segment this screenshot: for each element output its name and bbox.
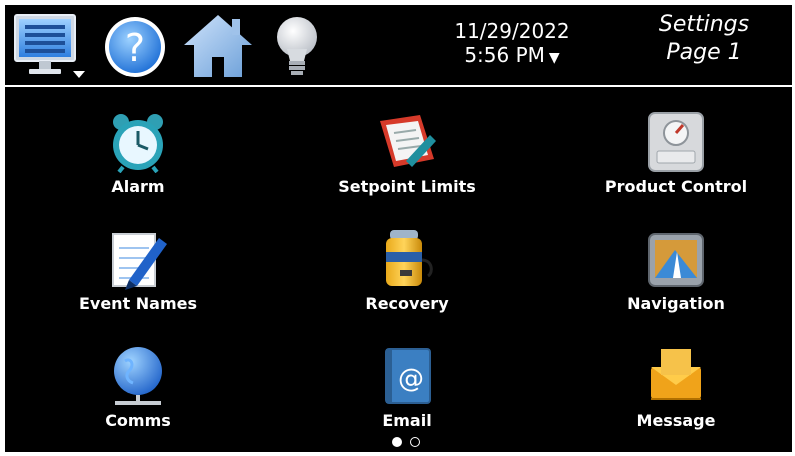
alarm-clock-icon [107, 111, 169, 174]
battery-icon [376, 228, 438, 290]
alarm-label: Alarm [111, 177, 165, 196]
chevron-down-icon: ▼ [548, 50, 560, 66]
notepad-pen-icon [107, 228, 169, 290]
comms-button[interactable]: Comms [38, 345, 238, 445]
home-icon[interactable] [180, 11, 256, 81]
monitor-menu-icon[interactable] [11, 11, 87, 81]
lightbulb-icon[interactable] [259, 11, 335, 81]
page-dot-1[interactable] [392, 437, 402, 447]
date-time-display[interactable]: 11/29/2022 5:56 PM ▼ [437, 19, 587, 70]
settings-screen: ? 11/29/2022 5:56 PM ▼ Settings Page 1 A… [5, 5, 792, 452]
navigation-button[interactable]: Navigation [576, 228, 776, 328]
product-control-icon [645, 111, 707, 173]
page-indicator[interactable] [388, 437, 428, 451]
svg-text:?: ? [125, 26, 145, 70]
email-book-icon: @ [376, 345, 438, 407]
comms-label: Comms [105, 411, 171, 430]
message-label: Message [636, 411, 716, 430]
envelope-inbox-icon [645, 345, 707, 407]
time-text: 5:56 PM [464, 43, 545, 67]
message-button[interactable]: Message [576, 345, 776, 445]
help-icon[interactable]: ? [97, 11, 173, 81]
top-bar: ? 11/29/2022 5:56 PM ▼ Settings Page 1 [5, 5, 792, 87]
date-text: 11/29/2022 [454, 19, 570, 43]
alarm-button[interactable]: Alarm [38, 111, 238, 211]
recovery-button[interactable]: Recovery [307, 228, 507, 328]
product-control-label: Product Control [604, 177, 748, 196]
page-title-line2: Page 1 [666, 40, 742, 65]
event-names-label: Event Names [78, 294, 198, 313]
setpoint-limits-icon [376, 111, 438, 173]
event-names-button[interactable]: Event Names [38, 228, 238, 328]
gps-navigation-icon [645, 228, 707, 290]
page-dot-2[interactable] [410, 437, 420, 447]
recovery-label: Recovery [365, 294, 449, 313]
globe-network-icon [107, 345, 169, 407]
time-row: 5:56 PM ▼ [437, 43, 587, 70]
setpoint-limits-button[interactable]: Setpoint Limits [307, 111, 507, 211]
page-title: Settings Page 1 [629, 11, 779, 67]
email-label: Email [382, 411, 432, 430]
page-title-line1: Settings [658, 12, 750, 37]
product-control-button[interactable]: Product Control [576, 111, 776, 211]
svg-text:@: @ [398, 364, 424, 394]
setpoint-limits-label: Setpoint Limits [338, 177, 476, 196]
email-button[interactable]: @ Email [307, 345, 507, 445]
navigation-label: Navigation [627, 294, 725, 313]
